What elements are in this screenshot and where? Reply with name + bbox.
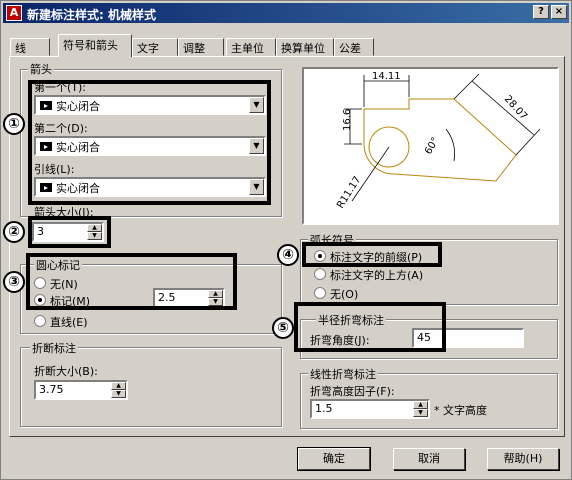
tab-symbols-arrows[interactable]: 符号和箭头 [58,34,132,57]
jog-height-factor-label: 折弯高度因子(F): [310,385,395,398]
help-button[interactable]: 帮助(H) [487,448,559,470]
arc-none-radio[interactable] [314,287,326,299]
window-title: 新建标注样式: 机械样式 [27,8,156,22]
jog-height-factor-spinner[interactable]: 1.5 ▲ ▼ [310,399,430,419]
break-size-value: 3.75 [39,383,64,396]
title-bar[interactable]: A 新建标注样式: 机械样式 [3,3,569,23]
annotation-marker-3: ③ [3,271,25,293]
annotation-marker-2: ② [3,221,25,243]
jog-height-suffix: * 文字高度 [434,404,487,417]
preview-dim-left: 16.6 [342,109,353,131]
tab-primary-units[interactable]: 主单位 [226,38,276,56]
highlight-box-center-mark [26,253,237,310]
dimension-break-group-label: 折断标注 [30,340,78,356]
preview-dim-radius: R11.17 [335,175,363,211]
app-icon: A [6,5,22,21]
spin-down-icon[interactable]: ▼ [413,409,428,417]
ok-button[interactable]: 确定 [297,447,371,471]
highlight-box-arrows [28,80,271,205]
annotation-marker-1: ① [3,113,25,135]
tab-fit[interactable]: 调整 [178,38,224,56]
dimension-style-dialog: A 新建标注样式: 机械样式 ? × 线 符号和箭头 文字 调整 主单位 换算单… [0,0,572,480]
spin-up-icon[interactable]: ▲ [413,401,428,409]
tab-tolerances[interactable]: 公差 [334,38,374,56]
preview-area: 14.11 16.6 28.07 60° R11.17 [302,67,559,225]
center-mark-line-label: 直线(E) [50,316,88,329]
help-title-button[interactable]: ? [533,5,549,19]
close-button[interactable]: × [551,5,567,19]
annotation-marker-4: ④ [277,244,299,266]
preview-dim-right: 28.07 [502,94,529,123]
highlight-box-radius-jog [294,302,446,352]
spin-down-icon[interactable]: ▼ [111,390,126,398]
arc-above-radio[interactable] [314,268,326,280]
arc-above-label: 标注文字的上方(A) [330,269,424,282]
center-mark-line-radio[interactable] [34,315,46,327]
highlight-box-arrow-size [28,216,111,248]
annotation-marker-5: ⑤ [272,317,294,339]
arc-none-label: 无(O) [330,288,359,301]
tab-text[interactable]: 文字 [132,38,178,56]
break-size-spinner[interactable]: 3.75 ▲ ▼ [34,380,128,400]
preview-drawing: 14.11 16.6 28.07 60° R11.17 [335,71,541,211]
jog-height-factor-value: 1.5 [315,402,333,415]
tab-alternate-units[interactable]: 换算单位 [276,38,334,56]
break-size-label: 折断大小(B): [34,365,98,378]
tab-lines[interactable]: 线 [10,38,50,56]
arrowheads-group-label: 箭头 [28,61,54,77]
preview-dim-top: 14.11 [372,71,401,82]
spin-up-icon[interactable]: ▲ [111,382,126,390]
preview-dim-angle: 60° [423,136,441,157]
cancel-button[interactable]: 取消 [393,448,465,470]
linear-jog-group-label: 线性折弯标注 [308,366,378,382]
preview-part-outline [363,98,517,182]
highlight-box-arc-prefix [302,242,442,267]
